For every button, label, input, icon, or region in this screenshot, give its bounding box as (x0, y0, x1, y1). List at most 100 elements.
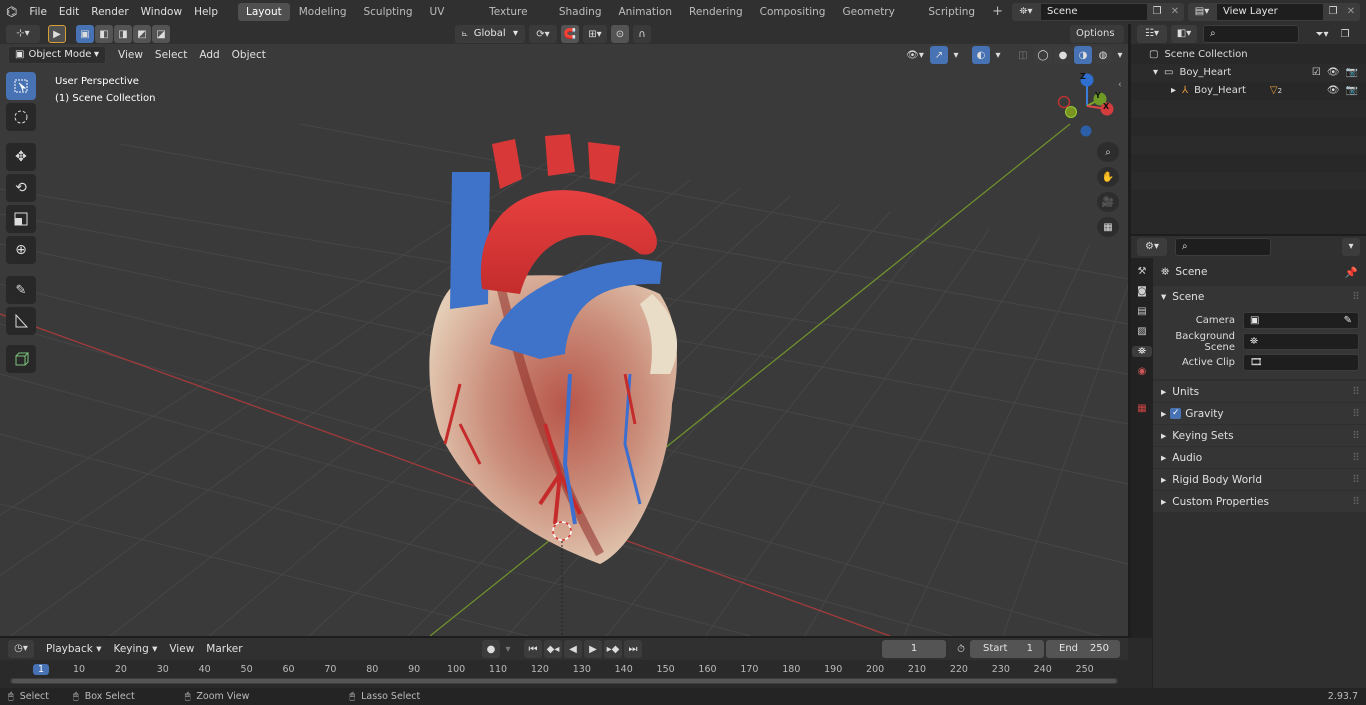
drag-handle-icon[interactable]: ⠿ (1352, 496, 1360, 508)
outliner-row[interactable]: ▸ ⅄ Boy_Heart ▽ 2 👁 📷 (1131, 82, 1366, 100)
overlays-dropdown-icon[interactable]: ▾ (992, 46, 1004, 64)
render-tab-icon[interactable]: ◙ (1137, 286, 1147, 297)
tab-texture-paint[interactable]: Texture Paint (481, 3, 550, 36)
tab-uv-editing[interactable]: UV Editing (422, 3, 481, 36)
select-invert-icon[interactable]: ◩ (133, 25, 151, 43)
texture-tab-icon[interactable]: ▦ (1137, 403, 1146, 414)
blender-logo-icon[interactable]: ⌬ (0, 5, 23, 20)
view-layer-tab-icon[interactable]: ▨ (1137, 326, 1146, 337)
record-dropdown-icon[interactable]: ▾ (502, 640, 514, 658)
outliner-root-row[interactable]: ▢ Scene Collection (1131, 46, 1366, 64)
world-tab-icon[interactable]: ◉ (1138, 366, 1147, 377)
new-view-layer-icon[interactable]: ❐ (1324, 3, 1342, 21)
jump-start-icon[interactable]: ⏮ (524, 640, 542, 658)
view-layer-selector-icon[interactable]: ▤▾ (1188, 3, 1216, 21)
tab-compositing[interactable]: Compositing (752, 3, 834, 21)
menu-file[interactable]: File (23, 2, 53, 22)
timeline-ruler[interactable]: 1 10 20 30 40 50 60 70 80 90 100 110 120 130 140 150 160… (0, 660, 1128, 688)
drag-handle-icon[interactable]: ⠿ (1352, 452, 1360, 464)
menu-help[interactable]: Help (188, 2, 224, 22)
scene-tab-icon[interactable]: ⛯ (1132, 346, 1152, 357)
view-layer-field[interactable]: View Layer (1216, 3, 1324, 21)
menu-window[interactable]: Window (135, 2, 188, 22)
subpanel-rigid-body-world[interactable]: ▸ Rigid Body World ⠿ (1153, 469, 1366, 490)
camera-view-icon[interactable]: 🎥 (1097, 192, 1119, 212)
delete-view-layer-icon[interactable]: ✕ (1342, 3, 1360, 21)
scale-tool-icon[interactable] (6, 205, 36, 233)
tab-geometry-nodes[interactable]: Geometry Nodes (834, 3, 919, 36)
add-workspace-icon[interactable]: + (984, 3, 1011, 21)
select-extend-icon[interactable]: ◧ (95, 25, 113, 43)
timeline-menu-playback[interactable]: Playback ▾ (40, 639, 107, 659)
tool-tab-icon[interactable]: ⚒ (1138, 266, 1147, 277)
viewport-menu-select[interactable]: Select (149, 45, 193, 65)
perspective-toggle-icon[interactable]: ▦ (1097, 217, 1119, 237)
gizmo-dropdown-icon[interactable]: ▾ (950, 46, 962, 64)
outliner-search-input[interactable]: ⌕ (1203, 25, 1299, 43)
camera-icon[interactable]: 📷 (1346, 64, 1358, 82)
select-intersect-icon[interactable]: ◪ (152, 25, 170, 43)
clock-icon[interactable]: ⏱ (954, 644, 968, 655)
timeline-menu-keying[interactable]: Keying ▾ (107, 639, 163, 659)
measure-tool-icon[interactable] (6, 307, 36, 335)
select-new-icon[interactable]: ▣ (76, 25, 94, 43)
timeline-menu-marker[interactable]: Marker (200, 639, 248, 659)
move-tool-icon[interactable]: ✥ (6, 143, 36, 171)
new-scene-icon[interactable]: ❐ (1148, 3, 1166, 21)
3d-viewport[interactable]: Z Y X User Perspective (1) Scene Collect… (0, 44, 1128, 636)
scene-field[interactable]: Scene (1040, 3, 1148, 21)
timeline-editor-type-icon[interactable]: ◷▾ (8, 640, 34, 658)
current-frame-field[interactable]: 1 (882, 640, 946, 658)
new-collection-icon[interactable]: ❐ (1335, 29, 1355, 40)
zoom-icon[interactable]: ⌕ (1097, 142, 1119, 162)
overlays-toggle-icon[interactable]: ◐ (972, 46, 990, 64)
outliner-row[interactable]: ▾ ▭ Boy_Heart ☑ 👁 📷 (1131, 64, 1366, 82)
play-reverse-icon[interactable]: ◀ (564, 640, 582, 658)
tab-modeling[interactable]: Modeling (291, 3, 355, 21)
timeline-menu-view[interactable]: View (163, 639, 200, 659)
snap-icon[interactable]: 🧲 (561, 25, 579, 43)
next-keyframe-icon[interactable]: ▸◆ (604, 640, 622, 658)
menu-edit[interactable]: Edit (53, 2, 85, 22)
drag-handle-icon[interactable]: ⠿ (1352, 386, 1360, 398)
pin-icon[interactable]: 📌 (1345, 266, 1358, 279)
viewport-menu-object[interactable]: Object (226, 45, 272, 65)
sidebar-toggle-icon[interactable]: ‹ (1118, 80, 1122, 90)
scene-selector-icon[interactable]: ⛯▾ (1012, 3, 1040, 21)
end-frame-field[interactable]: End 250 (1046, 640, 1120, 658)
tab-scripting[interactable]: Scripting (920, 3, 983, 21)
shading-material-icon[interactable]: ◑ (1074, 46, 1092, 64)
pivot-point-icon[interactable]: ⟳▾ (529, 25, 557, 43)
properties-search-input[interactable]: ⌕ (1175, 238, 1271, 256)
shading-solid-icon[interactable]: ● (1054, 46, 1072, 64)
xray-icon[interactable]: ◫ (1014, 46, 1032, 64)
eye-icon[interactable]: 👁 (1327, 64, 1340, 82)
include-checkbox-icon[interactable]: ☑ (1312, 64, 1321, 82)
camera-field[interactable]: ▣ ✎ (1243, 312, 1359, 329)
prev-keyframe-icon[interactable]: ◆◂ (544, 640, 562, 658)
timeline-scrollbar[interactable] (10, 678, 1118, 684)
proportional-edit-icon[interactable]: ⊙ (611, 25, 629, 43)
rotate-tool-icon[interactable]: ⟲ (6, 174, 36, 202)
heart-model[interactable] (429, 134, 678, 564)
camera-icon[interactable]: 📷 (1346, 82, 1358, 100)
select-box-tool-icon[interactable] (6, 72, 36, 100)
delete-scene-icon[interactable]: ✕ (1166, 3, 1184, 21)
drag-handle-icon[interactable]: ⠿ (1352, 408, 1360, 420)
options-dropdown[interactable]: Options ▾ (1070, 25, 1124, 57)
drag-handle-icon[interactable]: ⠿ (1352, 430, 1360, 442)
filter-icon[interactable]: ⏷▾ (1309, 29, 1335, 40)
shading-dropdown-icon[interactable]: ▾ (1114, 46, 1126, 64)
subpanel-gravity[interactable]: ▸ ✓ Gravity ⠿ (1153, 403, 1366, 424)
drag-handle-icon[interactable]: ⠿ (1352, 291, 1360, 303)
cursor-tool-icon[interactable] (6, 103, 36, 131)
tweak-tool-icon[interactable]: ▶ (48, 25, 66, 43)
tab-sculpting[interactable]: Sculpting (355, 3, 420, 21)
transform-orientation-dropdown[interactable]: ⦜ Global ▾ (455, 25, 525, 43)
outliner-editor-type-icon[interactable]: ☷▾ (1137, 25, 1167, 43)
eye-icon[interactable]: 👁 (1327, 82, 1340, 100)
expand-right-icon[interactable]: ▸ (1171, 82, 1176, 100)
menu-render[interactable]: Render (85, 2, 134, 22)
properties-options-icon[interactable]: ▾ (1342, 238, 1360, 256)
jump-end-icon[interactable]: ⏭ (624, 640, 642, 658)
